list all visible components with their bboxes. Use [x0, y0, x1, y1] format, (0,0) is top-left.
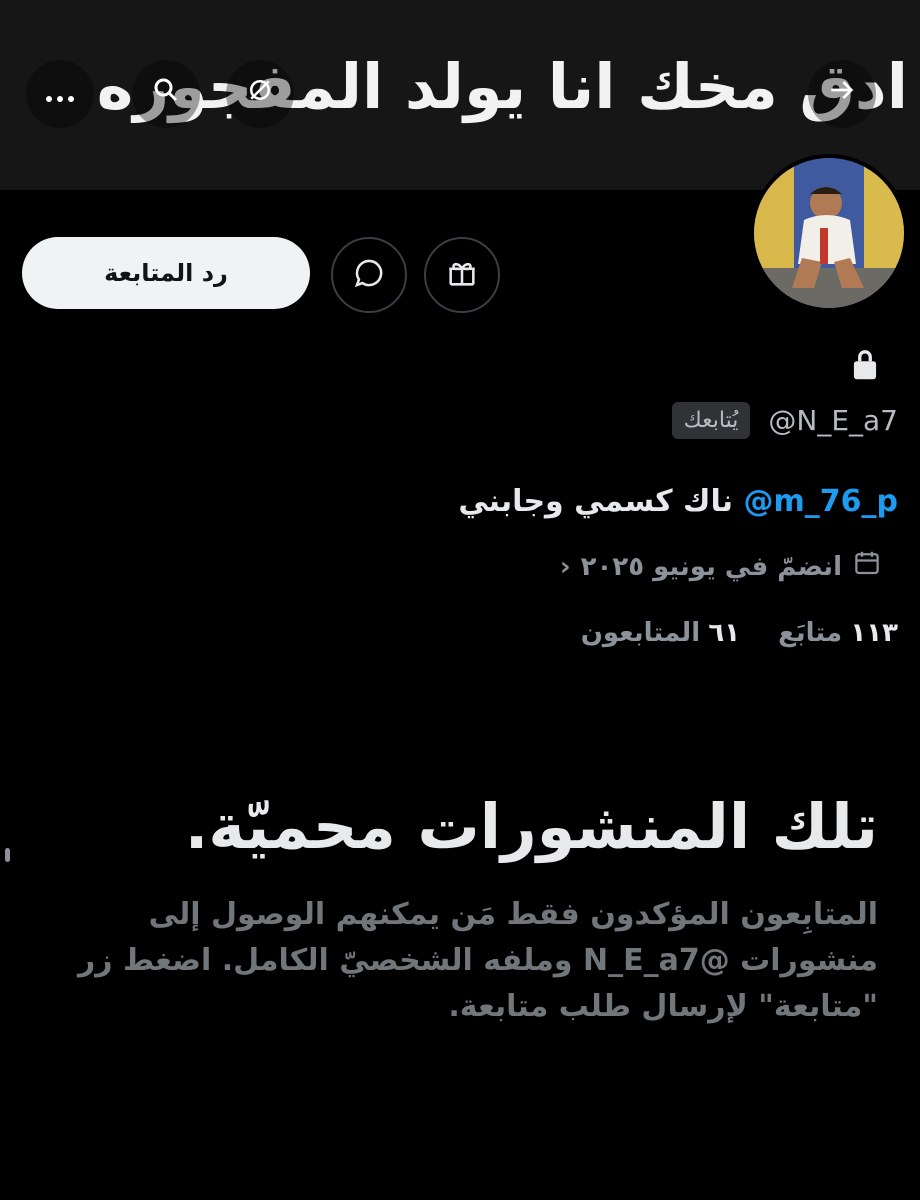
more-button[interactable] [26, 60, 94, 128]
following-label: متابَع [778, 618, 843, 648]
profile-bio: @m_76_p ناك كسمي وجابني [458, 484, 898, 519]
message-bubble-icon [352, 256, 386, 294]
gift-icon [445, 256, 479, 294]
handle-row: يُتابعك @N_E_a7 [671, 402, 898, 439]
calendar-icon [852, 548, 882, 585]
following-count: ١١٣ [850, 618, 898, 648]
avatar[interactable] [750, 154, 908, 312]
chevron-left-icon: ‹ [559, 551, 571, 582]
eye-off-icon [245, 75, 275, 113]
follow-stats: ١١٣ متابَع ٦١ المتابعون [581, 618, 898, 648]
following-stat[interactable]: ١١٣ متابَع [778, 618, 898, 648]
banner-text: ادق مخك انا يولد المفجوره [96, 50, 908, 123]
followers-label: المتابعون [580, 618, 701, 648]
joined-text: انضمّ في يونيو ٢٠٢٥ [580, 551, 842, 582]
joined-date[interactable]: انضمّ في يونيو ٢٠٢٥ ‹ [560, 548, 882, 585]
bio-mention-link[interactable]: @m_76_p [744, 484, 898, 519]
hide-button[interactable] [226, 60, 294, 128]
arrow-right-icon [826, 74, 858, 114]
more-dots-icon [44, 77, 76, 112]
protected-body: المتابِعون المؤكدون فقط مَن يمكنهم الوصو… [78, 897, 878, 1024]
bio-text: ناك كسمي وجابني [458, 484, 734, 519]
followers-stat[interactable]: ٦١ المتابعون [581, 618, 740, 648]
protected-title: تلك المنشورات محميّة. [184, 790, 878, 863]
follow-back-button[interactable]: رد المتابعة [22, 237, 310, 309]
back-button[interactable] [808, 60, 876, 128]
search-icon [151, 75, 181, 113]
profile-banner[interactable]: ادق مخك انا يولد المفجوره [0, 0, 920, 190]
scroll-indicator [5, 848, 10, 862]
gift-button[interactable] [424, 237, 500, 313]
profile-handle: @N_E_a7 [768, 404, 898, 437]
search-button[interactable] [132, 60, 200, 128]
message-button[interactable] [331, 237, 407, 313]
followers-count: ٦١ [708, 618, 741, 648]
lock-icon [848, 346, 882, 386]
follows-you-badge: يُتابعك [671, 402, 751, 439]
